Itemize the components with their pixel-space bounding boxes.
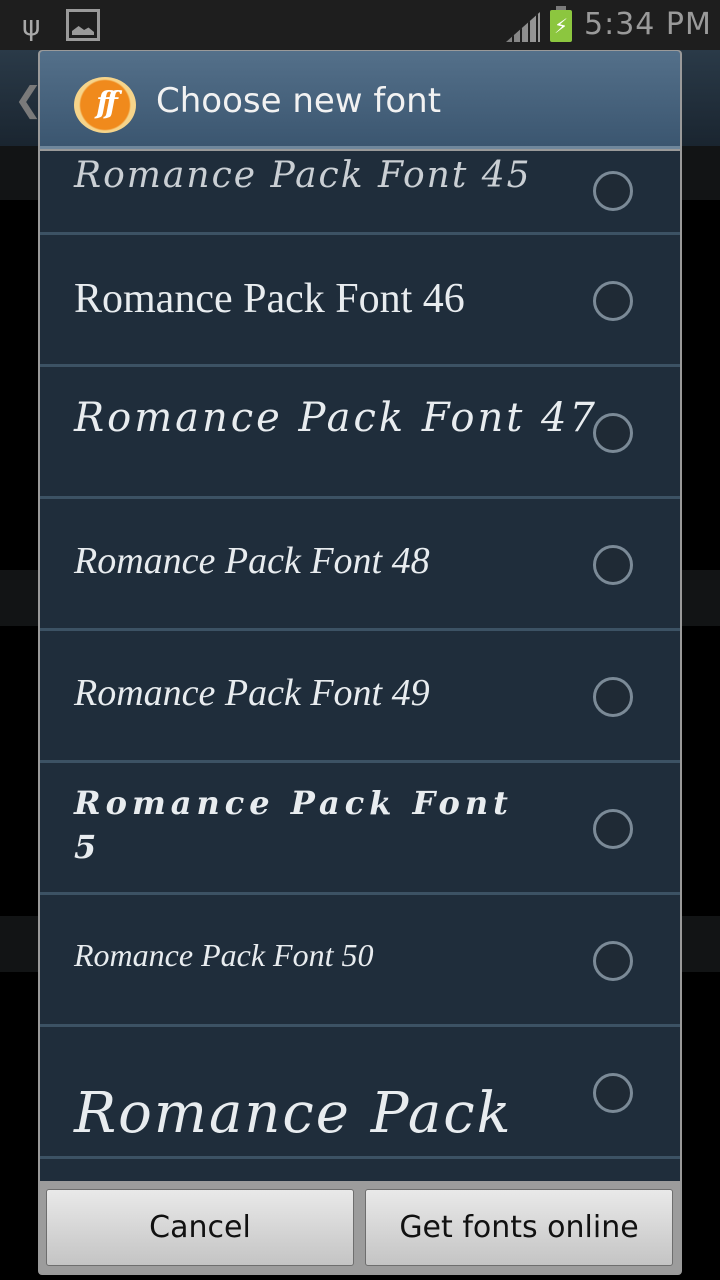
font-name: Romance Pack Font 48: [74, 540, 430, 582]
font-name: Romance Pack Font 47: [74, 395, 598, 441]
font-list[interactable]: Romance Pack Font 45 Romance Pack Font 4…: [40, 151, 680, 1181]
font-list-item[interactable]: Romance Pack: [40, 1027, 680, 1159]
font-list-item[interactable]: Romance Pack Font 5: [40, 763, 680, 895]
font-radio[interactable]: [593, 1073, 633, 1113]
font-radio[interactable]: [593, 809, 633, 849]
font-radio[interactable]: [593, 677, 633, 717]
get-fonts-online-button[interactable]: Get fonts online: [365, 1189, 673, 1266]
font-name: Romance Pack Font 5: [74, 784, 513, 866]
image-icon: [66, 9, 100, 41]
font-radio[interactable]: [593, 281, 633, 321]
ff-logo-icon: ff: [74, 77, 136, 133]
dialog-button-bar: Cancel Get fonts online: [40, 1181, 680, 1273]
choose-font-dialog: ff Choose new font Romance Pack Font 45 …: [38, 50, 682, 1275]
cancel-button[interactable]: Cancel: [46, 1189, 354, 1266]
font-list-item[interactable]: Romance Pack Font 46: [40, 235, 680, 367]
font-name: Romance Pack: [74, 1081, 513, 1146]
font-list-item[interactable]: Romance Pack Font 45: [40, 151, 680, 235]
font-radio[interactable]: [593, 941, 633, 981]
font-radio[interactable]: [593, 545, 633, 585]
font-name: Romance Pack Font 50: [74, 937, 374, 973]
status-time: 5:34 PM: [584, 7, 712, 42]
font-radio[interactable]: [593, 171, 633, 211]
status-bar: ψ ⚡ 5:34 PM: [0, 0, 720, 50]
font-list-item[interactable]: Romance Pack Font 50: [40, 895, 680, 1027]
font-name: Romance Pack Font 46: [74, 276, 465, 322]
font-name: Romance Pack Font 49: [74, 672, 430, 714]
usb-icon: ψ: [22, 9, 41, 42]
battery-charging-icon: ⚡: [550, 6, 572, 42]
dialog-title-bar: ff Choose new font: [40, 51, 680, 149]
font-list-item[interactable]: Romance Pack Font 49: [40, 631, 680, 763]
signal-icon: [506, 12, 540, 42]
font-list-item[interactable]: Romance Pack Font 48: [40, 499, 680, 631]
font-radio[interactable]: [593, 413, 633, 453]
font-list-item[interactable]: Romance Pack Font 47: [40, 367, 680, 499]
font-name: Romance Pack Font 45: [74, 155, 532, 196]
dialog-title: Choose new font: [156, 81, 442, 121]
